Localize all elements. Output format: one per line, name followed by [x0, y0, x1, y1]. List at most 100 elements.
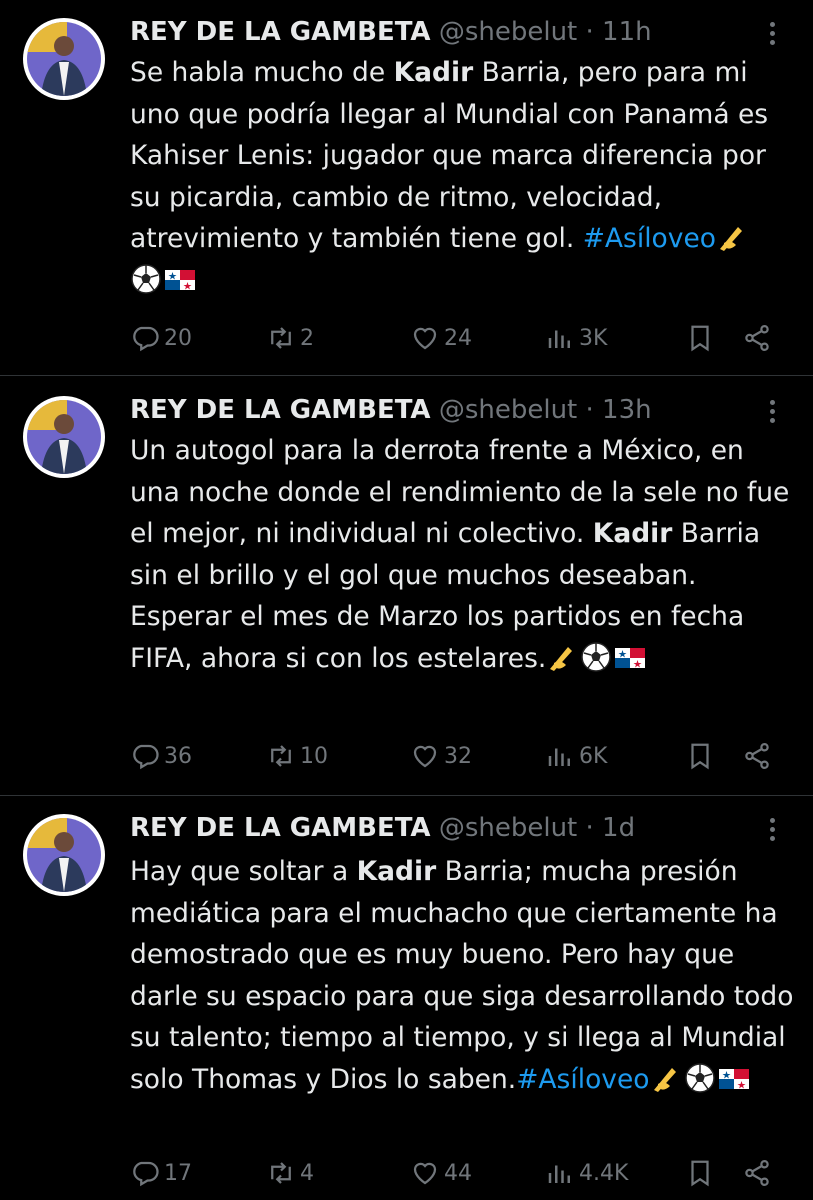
timestamp[interactable]: 13h — [602, 395, 652, 425]
timestamp[interactable]: 1d — [602, 813, 635, 843]
like-button[interactable]: 32 — [410, 736, 472, 776]
panama-flag-icon — [164, 263, 196, 295]
share-button[interactable] — [742, 318, 776, 358]
author-name[interactable]: REY DE LA GAMBETA — [130, 395, 431, 425]
avatar-image — [27, 818, 101, 892]
author-handle[interactable]: @shebelut — [439, 17, 577, 47]
separator: · — [585, 395, 594, 425]
like-icon — [413, 327, 437, 350]
retweet-icon — [271, 1162, 291, 1184]
text-segment: Se habla mucho de — [130, 57, 394, 88]
bookmark-button[interactable] — [685, 318, 719, 358]
views-button[interactable]: 6K — [545, 736, 607, 776]
author-name[interactable]: REY DE LA GAMBETA — [130, 17, 431, 47]
bold-text: Kadir — [592, 518, 673, 549]
share-button[interactable] — [742, 736, 776, 776]
bookmark-icon — [691, 743, 709, 770]
share-icon — [745, 1160, 769, 1186]
separator: · — [585, 813, 594, 843]
like-icon — [413, 1162, 437, 1185]
bookmark-icon — [691, 325, 709, 352]
avatar[interactable] — [23, 18, 105, 100]
avatar[interactable] — [23, 396, 105, 478]
reply-count: 20 — [164, 325, 192, 351]
reply-count: 36 — [164, 743, 192, 769]
soccer-ball-icon — [580, 641, 612, 673]
retweet-icon — [271, 745, 291, 767]
views-count: 3K — [579, 325, 608, 351]
bookmark-button[interactable] — [685, 1153, 719, 1193]
views-icon — [548, 1165, 570, 1183]
like-button[interactable]: 44 — [410, 1153, 472, 1193]
reply-button[interactable]: 36 — [130, 736, 192, 776]
retweet-count: 4 — [300, 1160, 314, 1186]
tweet-text: Hay que soltar a Kadir Barria; mucha pre… — [130, 851, 800, 1100]
reply-icon — [133, 744, 159, 770]
retweet-button[interactable]: 2 — [266, 318, 314, 358]
more-icon[interactable] — [760, 18, 784, 50]
avatar[interactable] — [23, 814, 105, 896]
like-count: 44 — [444, 1160, 472, 1186]
reply-icon — [133, 326, 159, 352]
tweet-actions: 17 4 44 4.4K — [0, 1153, 813, 1193]
bookmark-button[interactable] — [685, 736, 719, 776]
retweet-count: 10 — [300, 743, 328, 769]
hashtag-link[interactable]: #Asíloveo — [583, 223, 716, 254]
panama-flag-icon — [614, 641, 646, 673]
bookmark-icon — [691, 1160, 709, 1187]
retweet-button[interactable]: 10 — [266, 736, 328, 776]
like-icon — [413, 745, 437, 768]
tweet-text: Se habla mucho de Kadir Barria, pero par… — [130, 52, 800, 301]
retweet-icon — [271, 327, 291, 349]
tweet-text: Un autogol para la derrota frente a Méxi… — [130, 430, 800, 679]
text-segment: Barria; mucha presión mediática para el … — [130, 856, 794, 1095]
views-count: 4.4K — [579, 1160, 629, 1186]
tweet-header: REY DE LA GAMBETA @shebelut · 13h — [130, 390, 652, 430]
writing-hand-icon — [546, 641, 578, 673]
reply-count: 17 — [164, 1160, 192, 1186]
views-count: 6K — [579, 743, 608, 769]
soccer-ball-icon — [684, 1062, 716, 1094]
bold-text: Kadir — [393, 57, 474, 88]
views-button[interactable]: 3K — [545, 318, 607, 358]
bold-text: Kadir — [356, 856, 437, 887]
like-count: 24 — [444, 325, 472, 351]
hashtag-link[interactable]: #Asíloveo — [516, 1064, 649, 1095]
views-icon — [548, 330, 570, 348]
writing-hand-icon — [716, 221, 748, 253]
more-icon[interactable] — [760, 814, 784, 846]
reply-button[interactable]: 20 — [130, 318, 192, 358]
tweet-header: REY DE LA GAMBETA @shebelut · 1d — [130, 808, 635, 848]
text-segment: Hay que soltar a — [130, 856, 357, 887]
avatar-image — [27, 400, 101, 474]
share-icon — [745, 743, 769, 769]
reply-icon — [133, 1161, 159, 1187]
share-button[interactable] — [742, 1153, 776, 1193]
retweet-button[interactable]: 4 — [266, 1153, 314, 1193]
tweet-header: REY DE LA GAMBETA @shebelut · 11h — [130, 12, 652, 52]
soccer-ball-icon — [130, 263, 162, 295]
divider — [0, 375, 813, 376]
timestamp[interactable]: 11h — [602, 17, 652, 47]
panama-flag-icon — [718, 1062, 750, 1094]
tweet-actions: 36 10 32 6K — [0, 736, 813, 776]
author-handle[interactable]: @shebelut — [439, 395, 577, 425]
avatar-image — [27, 22, 101, 96]
more-icon[interactable] — [760, 396, 784, 428]
like-button[interactable]: 24 — [410, 318, 472, 358]
like-count: 32 — [444, 743, 472, 769]
views-button[interactable]: 4.4K — [545, 1153, 628, 1193]
tweet[interactable]: REY DE LA GAMBETA @shebelut · 13h Un aut… — [0, 390, 813, 780]
writing-hand-icon — [650, 1062, 682, 1094]
tweet[interactable]: REY DE LA GAMBETA @shebelut · 1d Hay que… — [0, 808, 813, 1200]
author-handle[interactable]: @shebelut — [439, 813, 577, 843]
retweet-count: 2 — [300, 325, 314, 351]
divider — [0, 795, 813, 796]
tweet-actions: 20 2 24 3K — [0, 318, 813, 358]
views-icon — [548, 748, 570, 766]
tweet[interactable]: REY DE LA GAMBETA @shebelut · 11h Se hab… — [0, 12, 813, 362]
share-icon — [745, 325, 769, 351]
reply-button[interactable]: 17 — [130, 1153, 192, 1193]
separator: · — [585, 17, 594, 47]
author-name[interactable]: REY DE LA GAMBETA — [130, 813, 431, 843]
